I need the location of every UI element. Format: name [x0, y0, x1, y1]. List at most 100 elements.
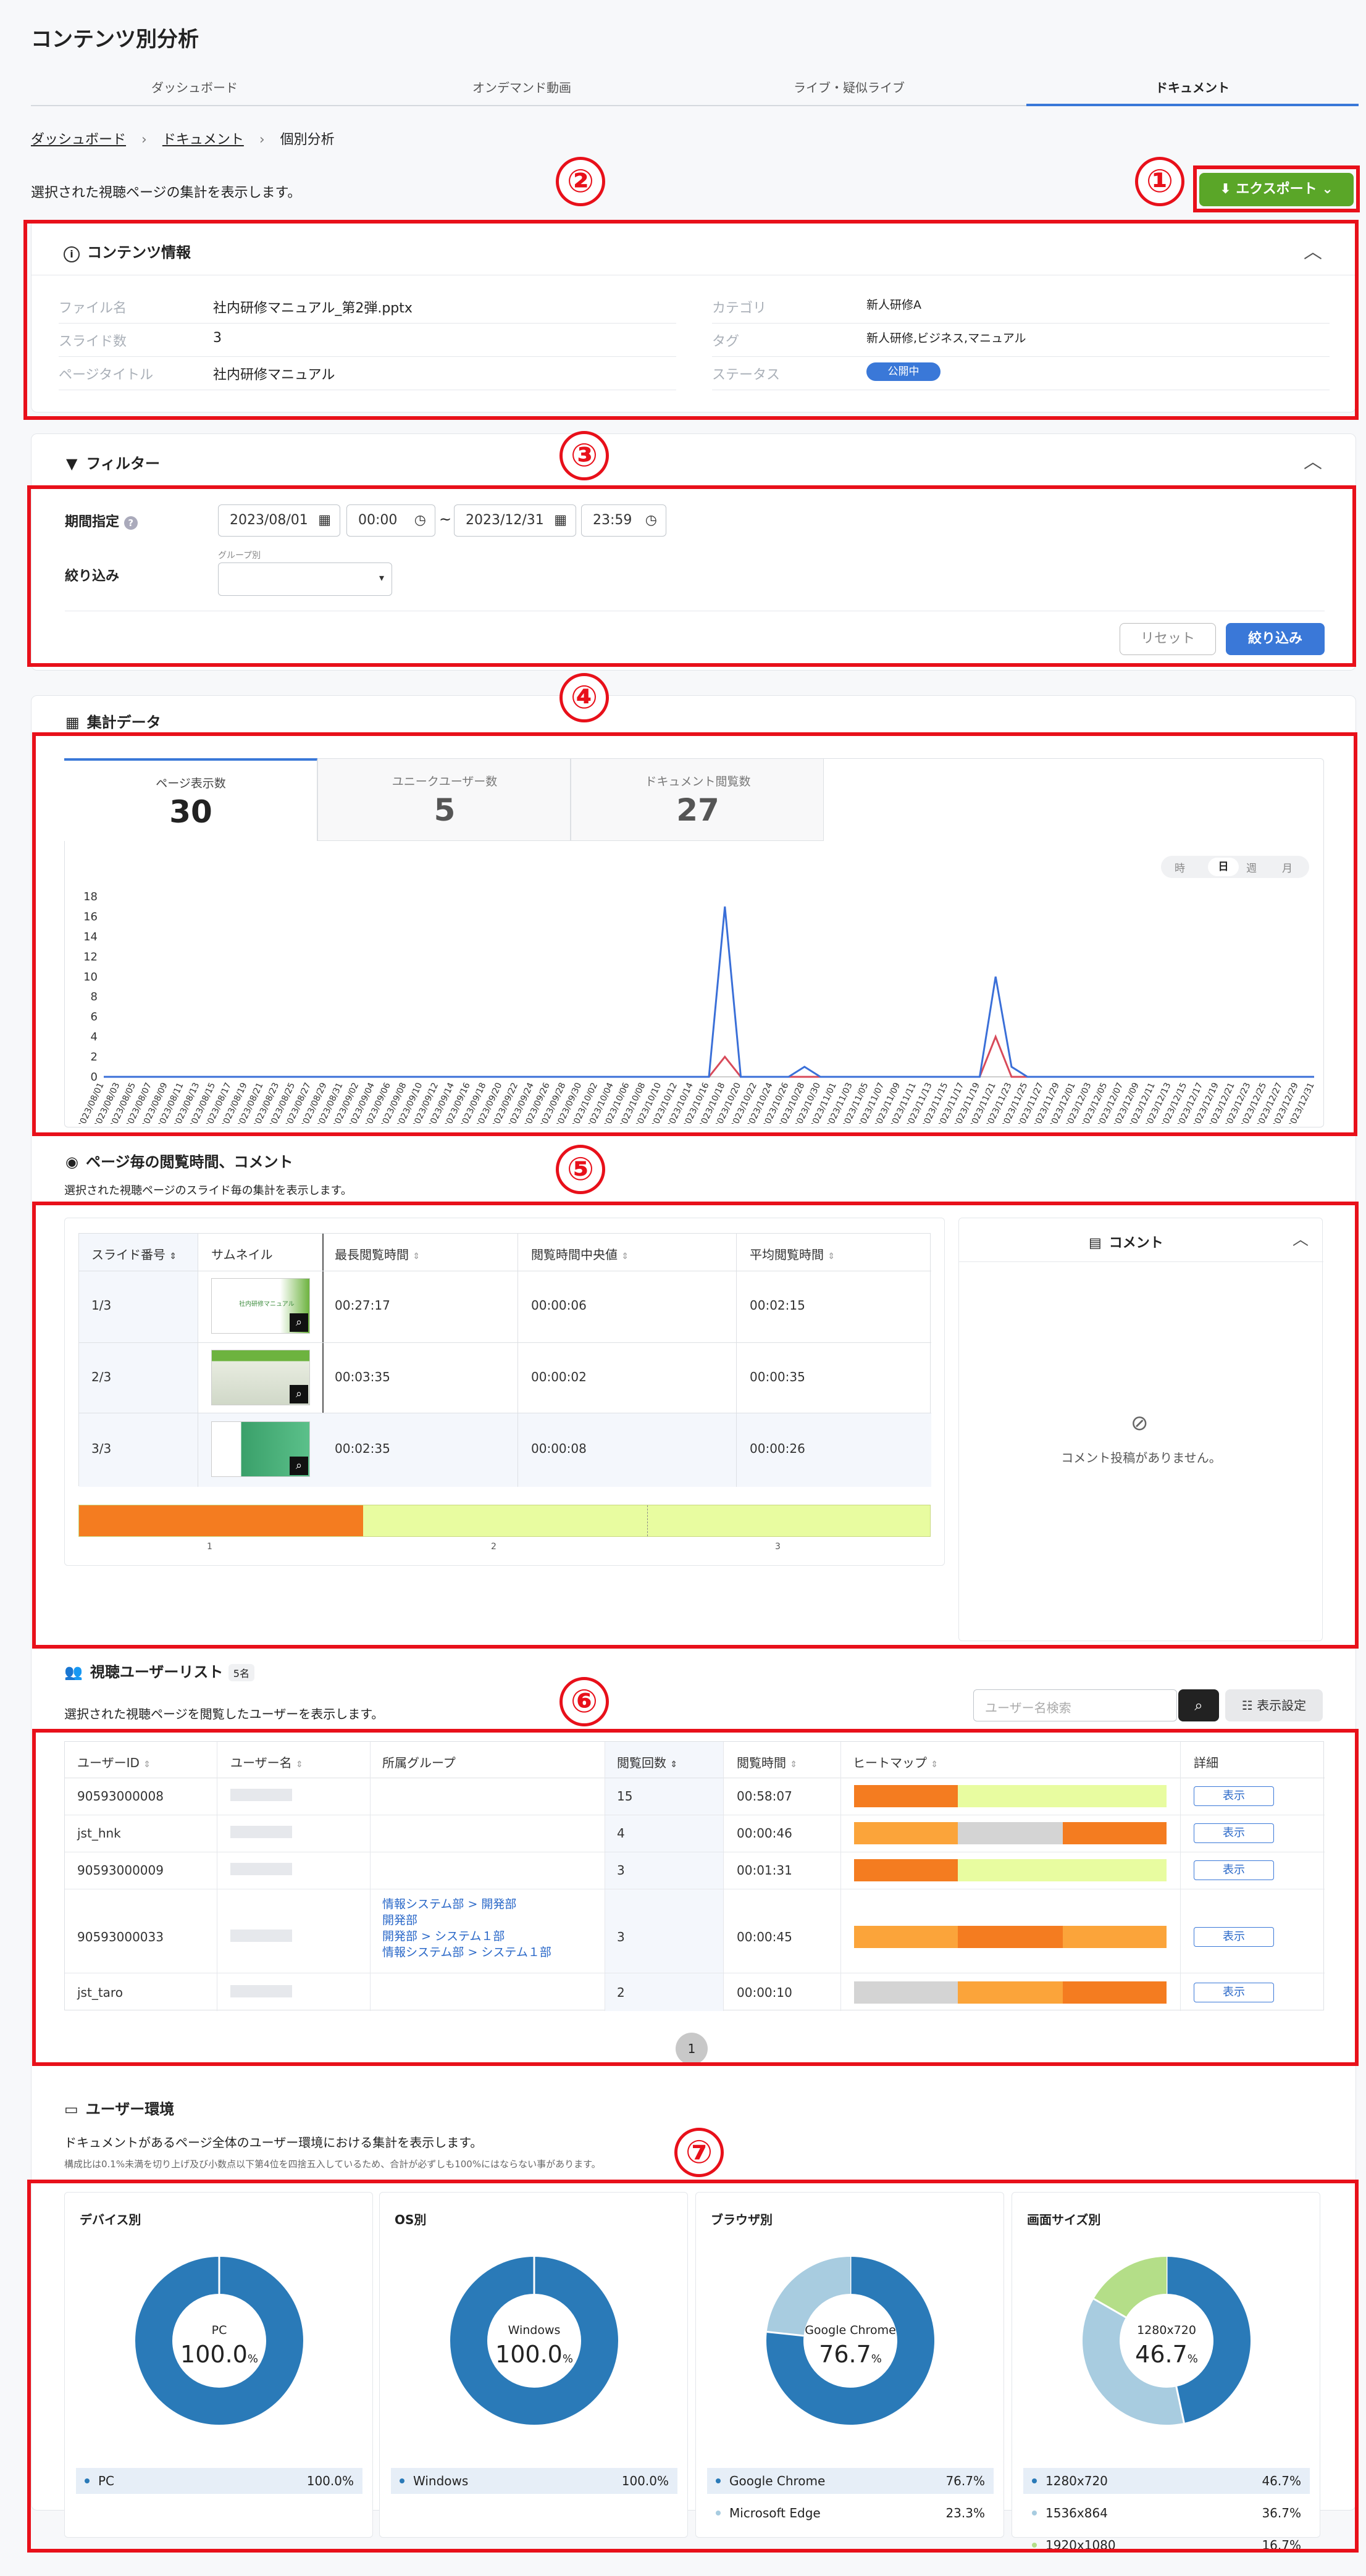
- env-card: 画面サイズ別 1280x720 46.7% 1280x720 46.7% 1536x864…: [1012, 2192, 1320, 2553]
- metric-tab-page-views[interactable]: ページ表示数 30: [64, 758, 317, 841]
- granularity-hour[interactable]: 時: [1175, 859, 1185, 875]
- collapse-icon[interactable]: ︿: [1293, 1227, 1309, 1250]
- view-count-header[interactable]: 閲覧回数 ⇕: [617, 1753, 677, 1771]
- download-icon: ⬇: [1220, 182, 1231, 197]
- comment-icon: ▤: [1089, 1236, 1102, 1251]
- tab-ondemand[interactable]: オンデマンド動画: [358, 78, 685, 96]
- callout-4: ④: [559, 673, 609, 722]
- group-link[interactable]: 情報システム部 > 開発部: [382, 1895, 516, 1912]
- breadcrumb-document[interactable]: ドキュメント: [162, 132, 244, 148]
- avg-time-header[interactable]: 平均閲覧時間 ⇕: [750, 1245, 835, 1263]
- median-time-header[interactable]: 閲覧時間中央値 ⇕: [531, 1245, 629, 1263]
- legend-value: 76.7%: [945, 2474, 985, 2488]
- user-heatmap: [854, 1926, 1167, 1948]
- end-date-input[interactable]: 2023/12/31 ▦: [454, 504, 576, 537]
- file-name-value: 社内研修マニュアル_第2弾.pptx: [213, 301, 413, 316]
- tab-document[interactable]: ドキュメント: [1026, 78, 1359, 96]
- user-detail-button[interactable]: 表示: [1194, 1927, 1274, 1947]
- page: { "page_title":"コンテンツ別分析", "nav_tabs":[{…: [0, 0, 1366, 2576]
- zoom-icon[interactable]: ⌕: [290, 1457, 308, 1475]
- thumbnail-header: サムネイル: [211, 1247, 273, 1262]
- sort-icon: ⇕: [828, 1252, 836, 1261]
- user-detail-button[interactable]: 表示: [1194, 1823, 1274, 1843]
- user-detail-button[interactable]: 表示: [1194, 1786, 1274, 1806]
- start-time-input[interactable]: 00:00 ◷: [346, 504, 435, 537]
- group-link[interactable]: 開発部 > システム１部: [382, 1927, 505, 1944]
- no-comment-icon: ⊘: [1131, 1411, 1149, 1436]
- tab-dashboard[interactable]: ダッシュボード: [31, 78, 358, 96]
- y-tick-label: 10: [83, 971, 98, 984]
- slide-thumbnail[interactable]: ⌕: [211, 1350, 310, 1405]
- zoom-icon[interactable]: ⌕: [290, 1313, 308, 1332]
- heatmap-segment-1: [79, 1505, 363, 1536]
- slide-thumbnail[interactable]: 社内研修マニュアル ⌕: [211, 1278, 310, 1334]
- user-id-header[interactable]: ユーザーID ⇕: [77, 1753, 151, 1771]
- view-count: 15: [617, 1789, 633, 1804]
- granularity-week[interactable]: 週: [1246, 859, 1257, 875]
- heatmap-label: 2: [491, 1542, 497, 1552]
- granularity-day[interactable]: 日: [1208, 858, 1239, 876]
- user-name-header[interactable]: ユーザー名 ⇕: [230, 1753, 303, 1771]
- calendar-icon: ▦: [318, 512, 331, 528]
- users-description: 選択された視聴ページを閲覧したユーザーを表示します。: [64, 1707, 384, 1721]
- collapse-icon[interactable]: ︿: [1304, 236, 1322, 264]
- group-link[interactable]: 情報システム部 > システム１部: [382, 1943, 551, 1960]
- donut-center-label: Windows: [508, 2323, 561, 2337]
- tab-live[interactable]: ライブ・疑似ライブ: [685, 78, 1013, 96]
- group-select[interactable]: ▾: [218, 562, 392, 596]
- reset-button[interactable]: リセット: [1120, 623, 1216, 655]
- user-search-input[interactable]: ユーザー名検索: [973, 1689, 1177, 1721]
- callout-6: ⑥: [559, 1677, 609, 1726]
- group-link[interactable]: 開発部: [382, 1911, 417, 1928]
- detail-header: 詳細: [1194, 1755, 1218, 1770]
- legend-item: 1280x720 46.7%: [1023, 2468, 1310, 2494]
- start-date-input[interactable]: 2023/08/01 ▦: [218, 504, 340, 537]
- filter-icon: ▼: [66, 455, 78, 472]
- slide-thumbnail[interactable]: ⌕: [211, 1421, 310, 1477]
- range-separator: ~: [439, 511, 452, 528]
- user-name-blurred: [230, 1930, 292, 1942]
- legend-dot: [716, 2478, 721, 2483]
- summary-title: ▦ 集計データ: [65, 714, 161, 731]
- heatmap-header[interactable]: ヒートマップ ⇕: [853, 1753, 938, 1771]
- user-id: jst_taro: [77, 1985, 123, 2000]
- line-chart: 0246810121416182023/08/012023/08/032023/…: [76, 890, 1317, 1124]
- y-tick-label: 16: [83, 910, 98, 923]
- y-tick-label: 18: [83, 890, 98, 903]
- user-name-blurred: [230, 1789, 292, 1801]
- legend-name: PC: [98, 2474, 115, 2488]
- y-tick-label: 12: [83, 950, 98, 963]
- end-time-input[interactable]: 23:59 ◷: [581, 504, 666, 537]
- heatmap-label: 1: [207, 1542, 212, 1552]
- pagination-page[interactable]: 1: [676, 2033, 708, 2065]
- metric-tab-doc-views[interactable]: ドキュメント閲覧数 27: [571, 758, 824, 841]
- metric-tab-unique-users[interactable]: ユニークユーザー数 5: [317, 758, 571, 841]
- content-info-title: i コンテンツ情報: [64, 240, 191, 262]
- comment-panel: ▤ コメント ︿ ⊘ コメント投稿がありません。: [958, 1218, 1323, 1641]
- display-settings-button[interactable]: ☷ 表示設定: [1225, 1689, 1323, 1721]
- legend-name: Windows: [413, 2474, 469, 2488]
- y-tick-label: 4: [91, 1031, 98, 1043]
- max-time: 00:03:35: [335, 1370, 390, 1384]
- collapse-icon[interactable]: ︿: [1304, 446, 1322, 474]
- breadcrumb-dashboard[interactable]: ダッシュボード: [31, 132, 126, 148]
- export-button[interactable]: ⬇ エクスポート ⌄: [1199, 173, 1354, 206]
- granularity-month[interactable]: 月: [1282, 859, 1293, 875]
- user-detail-button[interactable]: 表示: [1194, 1860, 1274, 1880]
- user-heatmap: [854, 1859, 1167, 1881]
- content-info-panel: i コンテンツ情報 ︿ ファイル名 社内研修マニュアル_第2弾.pptx スライド…: [31, 220, 1357, 412]
- user-detail-button[interactable]: 表示: [1194, 1983, 1274, 2002]
- legend-value: 36.7%: [1262, 2506, 1301, 2520]
- max-time-header[interactable]: 最長閲覧時間 ⇕: [335, 1245, 420, 1263]
- slide-number-header[interactable]: スライド番号 ⇕: [91, 1245, 177, 1263]
- clock-icon: ◷: [414, 512, 426, 528]
- search-button[interactable]: ⌕: [1178, 1689, 1219, 1721]
- search-icon: ⌕: [1194, 1697, 1203, 1714]
- view-time-header[interactable]: 閲覧時間 ⇕: [737, 1753, 797, 1771]
- apply-filter-button[interactable]: 絞り込み: [1226, 623, 1325, 655]
- zoom-icon[interactable]: ⌕: [290, 1385, 308, 1403]
- settings-icon: ☷: [1241, 1698, 1253, 1713]
- slide-count-value: 3: [213, 330, 222, 346]
- caret-down-icon: ▾: [379, 572, 384, 583]
- user-count-badge: 5名: [228, 1664, 254, 1681]
